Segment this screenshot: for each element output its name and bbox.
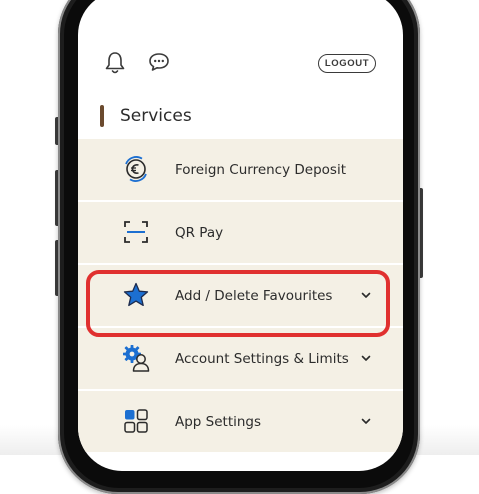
currency-exchange-icon [125, 156, 147, 182]
user-settings-icon [123, 345, 150, 372]
menu-item-label: Account Settings & Limits [175, 350, 349, 367]
menu-item-account-settings-limits[interactable]: Account Settings & Limits [78, 328, 403, 389]
app-screen: LOGOUT Services Foreign Currency Deposit [78, 0, 403, 471]
bell-icon[interactable] [104, 51, 126, 75]
menu-item-qr-pay[interactable]: QR Pay [78, 202, 403, 263]
chat-bubble-icon[interactable] [148, 52, 170, 72]
chevron-down-icon[interactable] [360, 415, 372, 427]
logout-button[interactable]: LOGOUT [318, 54, 376, 73]
menu-item-foreign-currency-deposit[interactable]: Foreign Currency Deposit [78, 139, 403, 200]
qr-scan-icon [124, 221, 148, 243]
menu-item-label: QR Pay [175, 224, 224, 241]
chevron-down-icon[interactable] [360, 352, 372, 364]
top-bar: LOGOUT Services [78, 0, 403, 131]
menu-item-label: App Settings [175, 413, 262, 430]
grid-icon [124, 409, 148, 433]
section-title: Services [120, 106, 192, 126]
highlight-outline [86, 270, 390, 337]
menu-item-label: Foreign Currency Deposit [175, 161, 346, 178]
menu-item-app-settings[interactable]: App Settings [78, 391, 403, 452]
section-accent-bar [100, 105, 104, 127]
